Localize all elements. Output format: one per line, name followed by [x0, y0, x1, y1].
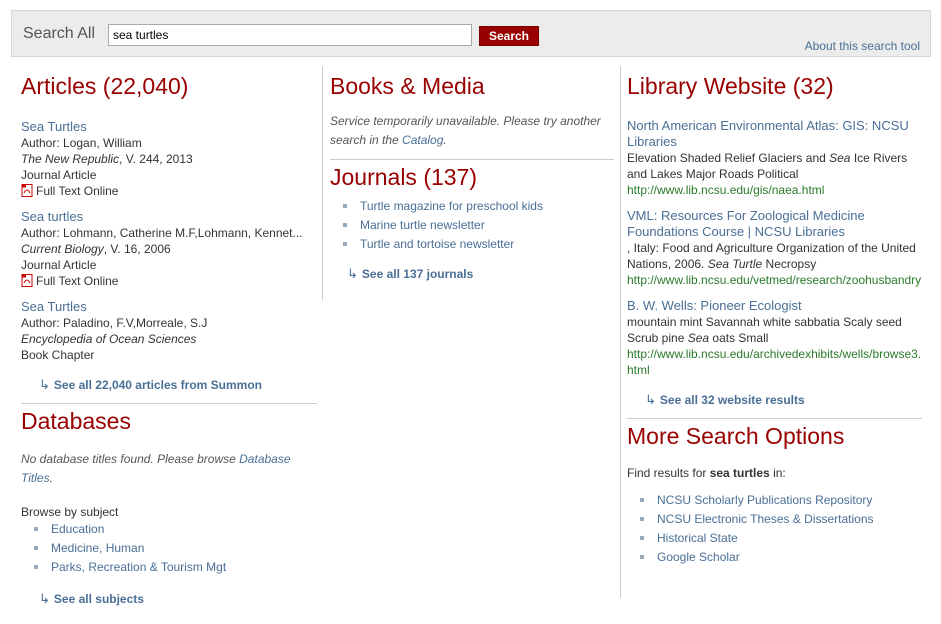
website-result: B. W. Wells: Pioneer Ecologist mountain …	[627, 298, 922, 378]
article-item: Sea Turtles Author: Paladino, F.V,Morrea…	[21, 299, 317, 363]
website-result-title-link[interactable]: North American Environmental Atlas: GIS:…	[627, 118, 922, 150]
find-results-text: Find results for sea turtles in:	[627, 466, 786, 480]
journal-item[interactable]: Marine turtle newsletter	[330, 216, 614, 235]
article-source: Current Biology, V. 16, 2006	[21, 242, 171, 256]
section-divider	[627, 418, 922, 419]
article-source: The New Republic, V. 244, 2013	[21, 152, 193, 166]
website-result-url: http://www.lib.ncsu.edu/gis/naea.html	[627, 183, 825, 197]
search-option-item[interactable]: Google Scholar	[627, 548, 922, 567]
return-arrow-icon: ↳	[347, 266, 358, 281]
pdf-icon	[21, 274, 33, 287]
search-option-item[interactable]: NCSU Scholarly Publications Repository	[627, 491, 922, 510]
section-divider	[330, 159, 614, 160]
journal-item[interactable]: Turtle magazine for preschool kids	[330, 197, 614, 216]
pdf-icon	[21, 184, 33, 197]
journal-item[interactable]: Turtle and tortoise newsletter	[330, 235, 614, 254]
website-result: VML: Resources For Zoological Medicine F…	[627, 208, 922, 288]
return-arrow-icon: ↳	[39, 591, 50, 606]
see-all-journals-row: ↳ See all 137 journals	[330, 266, 614, 282]
see-all-articles-link[interactable]: ↳ See all 22,040 articles from Summon	[39, 377, 317, 393]
full-text-online-link[interactable]: Full Text Online	[21, 183, 317, 199]
subject-item[interactable]: Parks, Recreation & Tourism Mgt	[21, 558, 317, 577]
article-type: Journal Article	[21, 168, 97, 182]
see-all-website-link[interactable]: ↳ See all 32 website results	[645, 392, 922, 408]
website-result-title-link[interactable]: VML: Resources For Zoological Medicine F…	[627, 208, 922, 240]
article-title-link[interactable]: Sea turtles	[21, 209, 317, 225]
website-result-url: http://www.lib.ncsu.edu/archivedexhibits…	[627, 347, 922, 377]
article-source: Encyclopedia of Ocean Sciences	[21, 332, 197, 346]
website-result-snippet: mountain mint Savannah white sabbatia Sc…	[627, 315, 902, 345]
article-author: Author: Paladino, F.V,Morreale, S.J	[21, 316, 208, 330]
browse-by-subject-label: Browse by subject	[21, 505, 119, 519]
search-option-item[interactable]: Historical State	[627, 529, 922, 548]
library-website-column: Library Website (32) North American Envi…	[620, 66, 922, 598]
website-result-url: http://www.lib.ncsu.edu/vetmed/research/…	[627, 273, 922, 287]
return-arrow-icon: ↳	[645, 392, 656, 407]
see-all-articles-row: ↳ See all 22,040 articles from Summon	[21, 377, 317, 393]
library-website-heading: Library Website (32)	[627, 73, 834, 99]
article-item: Sea turtles Author: Lohmann, Catherine M…	[21, 209, 317, 289]
article-title-link[interactable]: Sea Turtles	[21, 119, 317, 135]
search-button[interactable]: Search	[479, 26, 539, 46]
more-search-options-heading: More Search Options	[627, 423, 845, 449]
journal-list: Turtle magazine for preschool kids Marin…	[330, 197, 614, 254]
see-all-subjects-row: ↳ See all subjects	[21, 591, 317, 607]
subject-item[interactable]: Medicine, Human	[21, 539, 317, 558]
subject-item[interactable]: Education	[21, 520, 317, 539]
see-all-website-row: ↳ See all 32 website results	[627, 392, 922, 408]
website-result-snippet: Elevation Shaded Relief Glaciers and Sea…	[627, 151, 908, 181]
journals-heading: Journals (137)	[330, 164, 478, 190]
website-result-snippet: , Italy: Food and Agriculture Organizati…	[627, 241, 916, 271]
search-all-label: Search All	[23, 25, 96, 42]
databases-heading: Databases	[21, 408, 131, 434]
article-title-link[interactable]: Sea Turtles	[21, 299, 317, 315]
section-divider	[21, 403, 317, 404]
article-author: Author: Lohmann, Catherine M.F,Lohmann, …	[21, 226, 303, 240]
article-type: Book Chapter	[21, 348, 95, 362]
about-search-tool-link[interactable]: About this search tool	[805, 39, 920, 53]
article-author: Author: Logan, William	[21, 136, 142, 150]
search-input[interactable]: sea turtles	[108, 24, 472, 46]
search-option-item[interactable]: NCSU Electronic Theses & Dissertations	[627, 510, 922, 529]
subject-list: Education Medicine, Human Parks, Recreat…	[21, 520, 317, 577]
return-arrow-icon: ↳	[39, 377, 50, 392]
article-type: Journal Article	[21, 258, 97, 272]
full-text-online-link[interactable]: Full Text Online	[21, 273, 317, 289]
see-all-journals-link[interactable]: ↳ See all 137 journals	[347, 266, 614, 282]
articles-column: Articles (22,040) Sea Turtles Author: Lo…	[21, 66, 317, 607]
search-bar: Search All sea turtles Search About this…	[11, 10, 931, 57]
books-media-heading: Books & Media	[330, 73, 485, 99]
books-note: Service temporarily unavailable. Please …	[330, 114, 601, 147]
articles-heading: Articles (22,040)	[21, 73, 189, 99]
website-result: North American Environmental Atlas: GIS:…	[627, 118, 922, 198]
article-item: Sea Turtles Author: Logan, William The N…	[21, 119, 317, 199]
databases-note: No database titles found. Please browse …	[21, 452, 291, 485]
catalog-link[interactable]: Catalog	[402, 133, 443, 147]
website-result-title-link[interactable]: B. W. Wells: Pioneer Ecologist	[627, 298, 922, 314]
books-journals-column: Books & Media Service temporarily unavai…	[322, 66, 614, 300]
see-all-subjects-link[interactable]: ↳ See all subjects	[39, 591, 317, 607]
more-options-list: NCSU Scholarly Publications Repository N…	[627, 491, 922, 567]
